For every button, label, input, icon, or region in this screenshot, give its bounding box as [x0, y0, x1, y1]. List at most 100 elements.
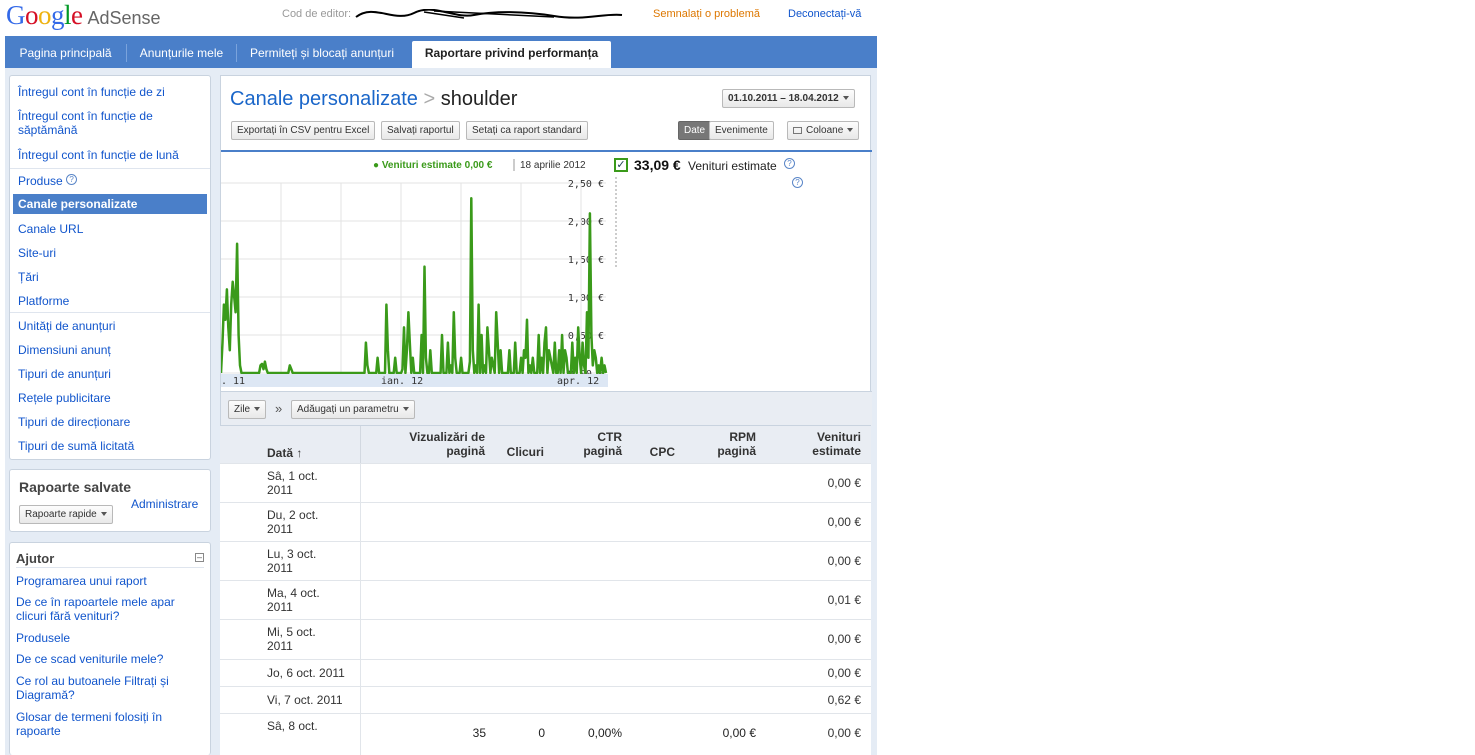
- x-tick-label: ian. 12: [381, 376, 423, 387]
- table-row[interactable]: Lu, 3 oct. 2011 0,00 €: [220, 541, 871, 580]
- adsense-logo[interactable]: Google AdSense: [6, 0, 161, 30]
- report-type-list: Întregul cont în funcție de zi Întregul …: [9, 75, 211, 460]
- help-link-products[interactable]: Produsele: [16, 631, 70, 645]
- columns-dropdown[interactable]: Coloane: [787, 121, 860, 140]
- series-checkbox[interactable]: ✓: [614, 158, 628, 172]
- toggle-date[interactable]: Date: [678, 121, 712, 140]
- quick-reports-dropdown[interactable]: Rapoarte rapide: [19, 505, 113, 524]
- date-range-picker[interactable]: 01.10.2011 – 18.04.2012: [722, 89, 855, 108]
- quick-reports-label: Rapoarte rapide: [25, 509, 97, 520]
- sidebar-item-label: Produse: [18, 174, 63, 188]
- dimension-label: Zile: [234, 404, 251, 415]
- column-header-revenue[interactable]: Venituri estimate: [801, 430, 861, 458]
- report-problem-link[interactable]: Semnalați o problemă: [653, 8, 760, 20]
- row-revenue: 0,00 €: [827, 632, 861, 646]
- y-tick-label: 1,50 €: [568, 255, 604, 266]
- set-default-report-button[interactable]: Setați ca raport standard: [466, 121, 588, 140]
- logout-link[interactable]: Deconectați-vă: [788, 8, 861, 20]
- row-revenue: 0,62 €: [827, 693, 861, 707]
- sidebar-item-countries[interactable]: Țări: [18, 270, 39, 284]
- sidebar-item-account-by-week[interactable]: Întregul cont în funcție de săptămână: [18, 109, 198, 137]
- table-row[interactable]: Sâ, 8 oct. 35 0 0,00% 0,00 € 0,00 €: [220, 713, 871, 755]
- breadcrumb-current: shoulder: [440, 88, 518, 110]
- chevron-down-icon: [402, 407, 409, 412]
- total-revenue-label: Venituri estimate: [688, 159, 777, 173]
- column-header-pageviews[interactable]: Vizualizări de pagină: [375, 430, 485, 458]
- help-link-filter-chart-buttons[interactable]: Ce rol au butoanele Filtrați și Diagramă…: [16, 674, 201, 702]
- row-revenue: 0,01 €: [827, 593, 861, 607]
- breadcrumb-parent-link[interactable]: Canale personalizate: [230, 88, 418, 110]
- help-link-revenue-drop[interactable]: De ce scad veniturile mele?: [16, 652, 163, 666]
- table-row[interactable]: Jo, 6 oct. 2011 0,00 €: [220, 659, 871, 686]
- sidebar-item-products[interactable]: Produse ?: [18, 174, 78, 188]
- add-parameter-label: Adăugați un parametru: [297, 404, 399, 415]
- sidebar-item-url-channels[interactable]: Canale URL: [18, 222, 83, 236]
- column-divider: [360, 714, 361, 755]
- sidebar-item-ad-types[interactable]: Tipuri de anunțuri: [18, 367, 111, 381]
- row-revenue: 0,00 €: [827, 554, 861, 568]
- revenue-chart[interactable]: ● Venituri estimate 0,00 € 18 aprilie 201…: [221, 152, 608, 392]
- export-csv-button[interactable]: Exportați în CSV pentru Excel: [231, 121, 376, 140]
- collapse-icon[interactable]: –: [195, 553, 204, 562]
- table-header: Dată ↑ Vizualizări de pagină Clicuri CTR…: [220, 425, 871, 464]
- sidebar-item-bid-types[interactable]: Tipuri de sumă licitată: [18, 439, 134, 453]
- add-parameter-dropdown[interactable]: Adăugați un parametru: [291, 400, 415, 419]
- publisher-id-label: Cod de editor:: [282, 8, 352, 20]
- save-report-button[interactable]: Salvați raportul: [381, 121, 460, 140]
- toggle-events[interactable]: Evenimente: [709, 121, 774, 140]
- collapsed-metric-list: [615, 177, 617, 267]
- dimension-dropdown[interactable]: Zile: [228, 400, 267, 419]
- table-row[interactable]: Vi, 7 oct. 2011 0,62 €: [220, 686, 871, 713]
- chevron-down-icon: [842, 96, 849, 101]
- sidebar-item-ad-sizes[interactable]: Dimensiuni anunț: [18, 343, 111, 357]
- sidebar-item-ad-units[interactable]: Unități de anunțuri: [18, 319, 115, 333]
- help-link-clicks-no-revenue[interactable]: De ce în rapoartele mele apar clicuri fă…: [16, 595, 201, 623]
- sidebar-item-platforms[interactable]: Platforme: [18, 294, 69, 308]
- column-header-clicks[interactable]: Clicuri: [507, 445, 544, 459]
- table-row[interactable]: Du, 2 oct. 2011 0,00 €: [220, 502, 871, 541]
- main-nav: Pagina principală Anunțurile mele Permit…: [5, 36, 877, 68]
- table-row[interactable]: Mi, 5 oct. 2011 0,00 €: [220, 619, 871, 659]
- row-revenue: 0,00 €: [827, 515, 861, 529]
- row-revenue: 0,00 €: [827, 476, 861, 490]
- tab-my-ads[interactable]: Anunțurile mele: [127, 41, 236, 68]
- sidebar-item-targeting-types[interactable]: Tipuri de direcționare: [18, 415, 130, 429]
- help-icon[interactable]: ?: [792, 177, 803, 188]
- sidebar-item-ad-networks[interactable]: Rețele publicitare: [18, 391, 111, 405]
- column-header-ctr[interactable]: CTR pagină: [577, 430, 622, 458]
- column-divider: [360, 426, 361, 464]
- chevron-down-icon: [254, 407, 261, 412]
- help-icon[interactable]: ?: [784, 158, 795, 169]
- sort-ascending-icon: ↑: [296, 446, 303, 460]
- tab-home[interactable]: Pagina principală: [5, 41, 126, 68]
- manage-saved-reports-link[interactable]: Administrare: [131, 497, 198, 511]
- sidebar-item-account-by-day[interactable]: Întregul cont în funcție de zi: [18, 85, 165, 99]
- sidebar-item-custom-channels[interactable]: Canale personalizate: [13, 194, 207, 214]
- columns-label: Coloane: [806, 125, 844, 136]
- help-link-schedule-report[interactable]: Programarea unui raport: [16, 574, 147, 588]
- column-header-cpc[interactable]: CPC: [650, 445, 675, 459]
- columns-icon: [793, 126, 802, 134]
- tab-allow-block-ads[interactable]: Permiteți și blocați anunțuri: [237, 41, 407, 68]
- column-header-rpm[interactable]: RPM pagină: [716, 430, 756, 458]
- row-revenue: 0,00 €: [827, 666, 861, 680]
- table-row[interactable]: Sâ, 1 oct. 2011 0,00 €: [220, 463, 871, 502]
- row-date: Vi, 7 oct. 2011: [267, 693, 343, 707]
- row-date: Ma, 4 oct. 2011: [267, 586, 320, 614]
- google-wordmark: Google: [6, 0, 83, 30]
- help-icon[interactable]: ?: [66, 174, 78, 185]
- x-tick-label: . 11: [221, 376, 245, 387]
- column-divider: [360, 542, 361, 580]
- help-link-glossary[interactable]: Glosar de termeni folosiți în rapoarte: [16, 710, 201, 738]
- chevron-down-icon: [100, 512, 107, 517]
- sidebar-item-account-by-month[interactable]: Întregul cont în funcție de lună: [18, 148, 179, 162]
- table-row[interactable]: Ma, 4 oct. 2011 0,01 €: [220, 580, 871, 619]
- tab-performance-reports[interactable]: Raportare privind performanța: [412, 41, 611, 68]
- saved-reports-box: Rapoarte salvate Administrare Rapoarte r…: [9, 469, 211, 532]
- sidebar-item-sites[interactable]: Site-uri: [18, 246, 56, 260]
- row-pageviews: 35: [472, 726, 486, 740]
- column-divider: [360, 687, 361, 713]
- row-date: Jo, 6 oct. 2011: [267, 666, 345, 680]
- y-tick-label: 2,00 €: [568, 217, 604, 228]
- column-header-date[interactable]: Dată ↑: [267, 446, 302, 460]
